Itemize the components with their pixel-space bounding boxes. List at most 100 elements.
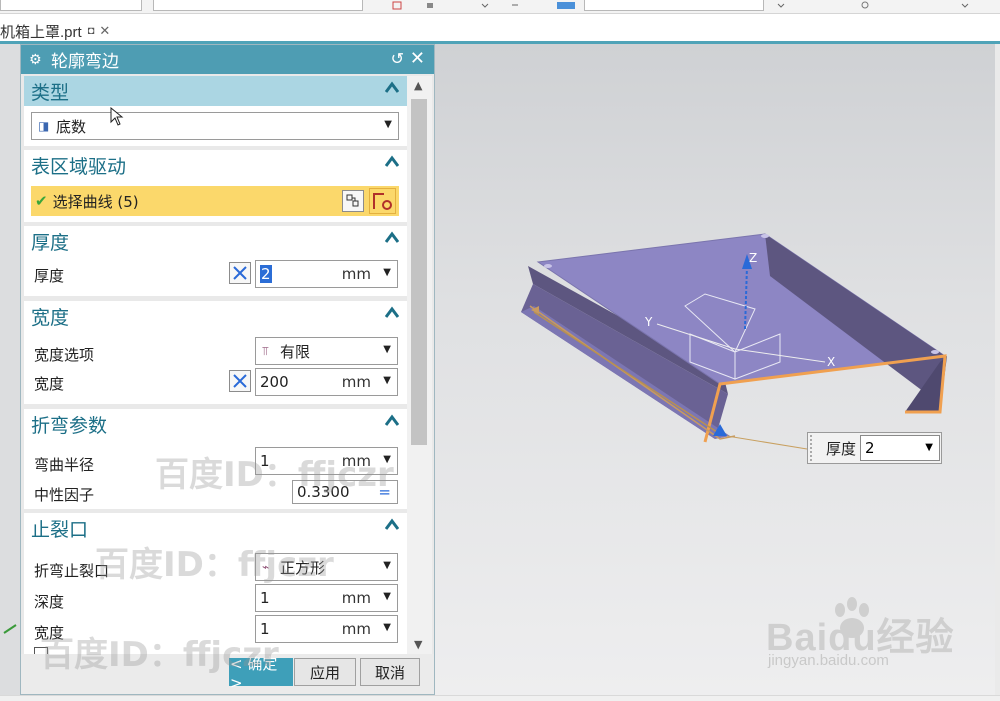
chevron-up-icon[interactable] bbox=[385, 306, 399, 320]
y-axis-label: Y bbox=[644, 315, 653, 329]
curve-select-button[interactable] bbox=[369, 188, 396, 214]
chevron-up-icon[interactable] bbox=[385, 155, 399, 169]
width-option-select[interactable]: ⫪ 有限 ▼ bbox=[255, 337, 398, 365]
file-tab[interactable]: 机箱上罩.prt ◘ ✕ bbox=[0, 19, 110, 43]
group-relief-header[interactable]: 止裂口 bbox=[24, 513, 407, 543]
gear-icon[interactable]: ⚙ bbox=[29, 52, 45, 68]
chevron-down-icon[interactable]: ▼ bbox=[383, 375, 391, 386]
relief-depth-input[interactable]: 1 mm ▼ bbox=[255, 584, 398, 612]
group-header-label: 厚度 bbox=[31, 231, 70, 254]
floating-thickness-input: 厚度 2 ▼ bbox=[807, 432, 942, 464]
floating-thickness-combo[interactable]: 2 ▼ bbox=[860, 435, 940, 461]
dialog-content: 类型 ◨ 底数 ▼ 表区域驱动 ✔ 选择曲线 (5) 厚度 厚度 2 mm ▼ … bbox=[24, 76, 407, 676]
toolbar-icon[interactable] bbox=[776, 1, 786, 10]
leader-line bbox=[726, 435, 808, 450]
pin-icon[interactable]: ◘ bbox=[88, 25, 95, 37]
group-surface-drive: 表区域驱动 ✔ 选择曲线 (5) bbox=[24, 150, 407, 222]
group-thickness-header[interactable]: 厚度 bbox=[24, 226, 407, 256]
z-axis-label: Z bbox=[749, 251, 757, 265]
chevron-up-icon[interactable] bbox=[385, 518, 399, 532]
neutral-factor-input[interactable]: 0.3300 = bbox=[292, 480, 398, 504]
bend-radius-input[interactable]: 1 mm ▼ bbox=[255, 447, 398, 475]
relief-depth-label: 深度 bbox=[34, 593, 65, 611]
relief-width-value: 1 bbox=[260, 620, 270, 638]
width-reverse-button[interactable] bbox=[229, 370, 251, 392]
close-icon[interactable]: ✕ bbox=[99, 23, 110, 39]
chevron-down-icon[interactable]: ▼ bbox=[384, 119, 392, 130]
relief-width-label: 宽度 bbox=[34, 624, 65, 642]
group-header-label: 类型 bbox=[31, 81, 70, 104]
group-width-header[interactable]: 宽度 bbox=[24, 301, 407, 331]
chevron-up-icon[interactable] bbox=[385, 414, 399, 428]
group-thickness: 厚度 厚度 2 mm ▼ bbox=[24, 226, 407, 296]
scroll-up-icon[interactable]: ▲ bbox=[414, 79, 422, 92]
floating-thickness-label: 厚度 bbox=[826, 439, 857, 458]
contour-flange-dialog: ⚙ 轮廓弯边 ↺ ✕ 类型 ◨ 底数 ▼ 表区域驱动 ✔ 选择曲线 (5) 厚度… bbox=[20, 44, 435, 695]
chevron-down-icon[interactable]: ▼ bbox=[383, 344, 391, 355]
thickness-value: 2 bbox=[260, 265, 272, 283]
curve-icon bbox=[373, 193, 392, 210]
sketch-section-button[interactable] bbox=[342, 190, 364, 212]
thickness-input[interactable]: 2 mm ▼ bbox=[255, 260, 398, 288]
scrollbar-thumb[interactable] bbox=[411, 99, 427, 445]
top-toolbar bbox=[0, 0, 1000, 14]
toolbar-icon[interactable] bbox=[425, 1, 435, 10]
chevron-down-icon[interactable]: ▼ bbox=[383, 591, 391, 602]
file-tab-label: 机箱上罩.prt bbox=[0, 23, 82, 41]
corner-hole bbox=[931, 350, 939, 354]
toolbar-icon[interactable] bbox=[480, 1, 490, 10]
toolbar-icon[interactable] bbox=[392, 1, 402, 10]
relief-depth-value: 1 bbox=[260, 589, 270, 607]
relief-width-input[interactable]: 1 mm ▼ bbox=[255, 615, 398, 643]
toolbar-icon[interactable] bbox=[510, 1, 520, 10]
type-select-value: 底数 bbox=[56, 117, 87, 136]
triad-fragment-icon bbox=[3, 624, 17, 634]
dialog-scrollbar[interactable]: ▲ ▼ bbox=[407, 76, 432, 654]
reset-icon[interactable]: ↺ bbox=[391, 49, 404, 68]
apply-button[interactable]: 应用 bbox=[294, 658, 356, 686]
base-type-icon: ◨ bbox=[38, 119, 50, 133]
finite-icon: ⫪ bbox=[262, 343, 269, 358]
group-bend-header[interactable]: 折弯参数 bbox=[24, 409, 407, 439]
bend-radius-unit: mm bbox=[341, 452, 371, 470]
toolbar-filter-field[interactable] bbox=[0, 0, 142, 11]
toolbar-icon[interactable] bbox=[556, 1, 576, 10]
thickness-label: 厚度 bbox=[34, 267, 65, 285]
toolbar-snap-field[interactable] bbox=[584, 0, 764, 11]
drag-grip-icon[interactable] bbox=[810, 435, 818, 461]
reverse-direction-button[interactable] bbox=[229, 262, 251, 284]
toolbar-icon[interactable] bbox=[960, 1, 970, 10]
width-input[interactable]: 200 mm ▼ bbox=[255, 368, 398, 396]
square-relief-icon: ⌁ bbox=[262, 560, 270, 574]
group-type-header[interactable]: 类型 bbox=[24, 76, 407, 106]
reverse-direction-icon bbox=[233, 266, 247, 280]
ok-button[interactable]: < 确定 > bbox=[229, 655, 293, 692]
group-header-label: 止裂口 bbox=[31, 518, 89, 541]
toolbar-selection-scope-field[interactable] bbox=[153, 0, 363, 11]
file-tab-bar: 机箱上罩.prt ◘ ✕ bbox=[0, 14, 1000, 44]
neutral-factor-value: 0.3300 bbox=[297, 483, 350, 501]
floating-thickness-value: 2 bbox=[865, 439, 875, 457]
type-select[interactable]: ◨ 底数 ▼ bbox=[31, 112, 399, 140]
relief-depth-unit: mm bbox=[341, 589, 371, 607]
select-curve-label: 选择曲线 (5) bbox=[52, 192, 139, 211]
chevron-down-icon[interactable]: ▼ bbox=[383, 267, 391, 278]
chevron-up-icon[interactable] bbox=[385, 81, 399, 95]
group-surface-header[interactable]: 表区域驱动 bbox=[24, 150, 407, 180]
bend-relief-select[interactable]: ⌁ 正方形 ▼ bbox=[255, 553, 398, 581]
cancel-button[interactable]: 取消 bbox=[360, 658, 420, 686]
dialog-title: 轮廓弯边 bbox=[51, 52, 119, 72]
chevron-up-icon[interactable] bbox=[385, 231, 399, 245]
dialog-title-bar[interactable]: ⚙ 轮廓弯边 ↺ ✕ bbox=[21, 45, 434, 74]
close-icon[interactable]: ✕ bbox=[410, 48, 425, 69]
chevron-down-icon[interactable]: ▼ bbox=[383, 622, 391, 633]
sketch-icon bbox=[346, 194, 359, 207]
scroll-down-icon[interactable]: ▼ bbox=[414, 638, 422, 651]
chevron-down-icon[interactable]: ▼ bbox=[925, 442, 933, 453]
toolbar-icon[interactable] bbox=[860, 1, 870, 10]
nx-window: { "file_tab": { "name": "机箱上罩.prt", "pin… bbox=[0, 0, 1000, 701]
chevron-down-icon[interactable]: ▼ bbox=[383, 560, 391, 571]
formula-equals-icon[interactable]: = bbox=[378, 483, 391, 501]
chevron-down-icon[interactable]: ▼ bbox=[383, 454, 391, 465]
dialog-button-bar: < 确定 > 应用 取消 bbox=[21, 654, 434, 694]
